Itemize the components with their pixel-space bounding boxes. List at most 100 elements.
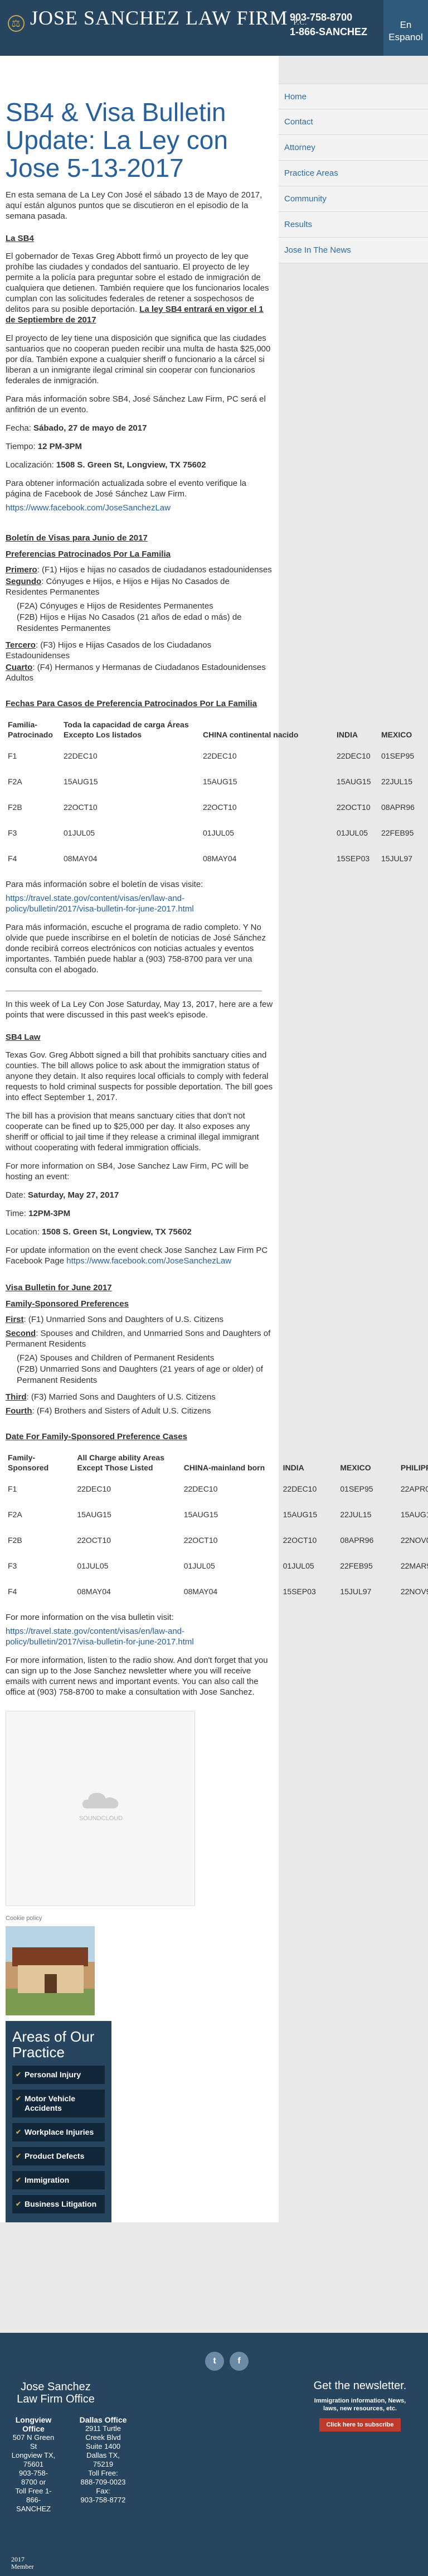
practice-item-business[interactable]: Business Litigation [12,2195,105,2213]
table-cell: 01JUL05 [77,1561,109,1570]
table-cell: 08MAY04 [203,854,237,863]
office-name: Dallas Office [79,2415,127,2424]
longview-office: Longview Office 507 N Green St Longview … [11,2415,56,2514]
subscribe-button[interactable]: Click here to subscribe [319,2418,401,2432]
table-cell: 15AUG15 [283,1510,318,1519]
pref-third-es: Tercero: (F3) Hijos e Hijas Casados de l… [6,640,273,661]
dallas-office: Dallas Office 2911 Turtle Creek Blvd Sui… [78,2415,128,2505]
table-cell: 15AUG15 [64,777,98,786]
bulletin-link-en[interactable]: https://travel.state.gov/content/visas/e… [6,1627,194,1647]
phone-tollfree[interactable]: 1-866-SANCHEZ [290,25,367,39]
table-cell: 22DEC10 [183,1484,218,1493]
office-line: 75219 [93,2460,114,2468]
practice-item-personal-injury[interactable]: Personal Injury [12,2066,105,2084]
pref-fourth-text-en: : (F4) Brothers and Sisters of Adult U.S… [32,1406,211,1416]
nav-item-practice-areas[interactable]: Practice Areas [279,161,428,186]
member-badge: 2017 Member [11,2556,45,2576]
table-cell: 22OCT10 [183,1536,218,1545]
facebook-link-es[interactable]: https://www.facebook.com/JoseSanchezLaw [6,503,171,513]
visa-table-es: Familia-Patrocinado Toda la capacidad de… [6,716,428,871]
pref-third-en: Third: (F3) Married Sons and Daughters o… [6,1392,273,1402]
language-toggle[interactable]: En Espanol [383,0,428,56]
table-cell: 01JUL05 [64,828,95,837]
visa-table-en: Family-Sponsored All Charge ability Area… [6,1449,428,1604]
table-header-cell: Family-Sponsored [8,1453,49,1472]
nav-item-community[interactable]: Community [279,186,428,212]
table-head-es: Fechas Para Casos de Preferencia Patroci… [6,699,257,708]
pref-second-es: Segundo: Cónyuges e Hijos, e Hijos e Hij… [6,576,273,597]
office-phone[interactable]: 888-709-0023 [78,2478,128,2487]
event-time-label-es: Tiempo: [6,442,38,451]
footer-firm-name: Jose Sanchez Law Firm Office [17,2381,95,2405]
pref-f2b-en: (F2B) Unmarried Sons and Daughters (21 y… [17,1364,263,1385]
nav-item-results[interactable]: Results [279,212,428,238]
facebook-icon[interactable]: f [230,2352,249,2371]
pref-first-text-es: : (F1) Hijos e hijas no casados de ciuda… [37,565,272,575]
table-cell: 22DEC10 [283,1484,317,1493]
table-header-cell: Familia-Patrocinado [8,720,53,739]
table-row: F2B 22OCT10 22OCT10 22OCT10 08APR96 [6,794,428,820]
site-footer: tf Jose Sanchez Law Firm Office Longview… [0,2333,428,2576]
table-cell: F2B [8,803,22,812]
table-cell: 22DEC10 [64,751,98,760]
bulletin-link-es[interactable]: https://travel.state.gov/content/visas/e… [6,894,194,914]
table-cell: F3 [8,1561,17,1570]
office-line: Longview TX, 75601 [11,2451,56,2468]
table-cell: 22MAR95 [400,1561,428,1570]
table-cell: 15AUG15 [400,1510,428,1519]
office-line: 2911 Turtle [85,2424,121,2433]
pref-fourth-es: Cuarto: (F4) Hermanos y Hermanas de Ciud… [6,662,273,683]
table-cell: 01SEP95 [340,1484,373,1493]
office-photo [6,1926,95,2015]
table-cell: 01JUL05 [337,828,368,837]
pref-third-text-en: : (F3) Married Sons and Daughters of U.S… [26,1392,216,1402]
lang-line2: Espanol [388,32,423,42]
header-phones: 903-758-8700 1-866-SANCHEZ [290,10,367,39]
facebook-link-en[interactable]: https://www.facebook.com/JoseSanchezLaw [66,1256,231,1266]
practice-item-product-defects[interactable]: Product Defects [12,2147,105,2165]
office-phone[interactable]: 903-758-8700 or [11,2469,56,2487]
table-header-cell: MEXICO [381,730,412,739]
table-cell: 15SEP03 [337,854,370,863]
pref-sublist-es: (F2A) Cónyuges e Hijos de Residentes Per… [17,601,273,634]
nav-item-attorney[interactable]: Attorney [279,135,428,161]
bulletin-p-en: For more information on the visa bulleti… [6,1613,174,1622]
practice-item-motor-vehicle[interactable]: Motor Vehicle Accidents [12,2090,105,2117]
office-line: Creek Blvd [85,2433,121,2442]
event-date-en: Date: Saturday, May 27, 2017 [6,1190,273,1200]
nav-item-home[interactable]: Home [279,84,428,109]
logo-text: JOSE SANCHEZ LAW FIRM [30,7,288,29]
event-time-en: Time: 12PM-3PM [6,1208,273,1219]
facebook-p-en: For update information on the event chec… [6,1245,273,1266]
badge-word: Member [11,2563,34,2570]
table-cell: 15AUG15 [203,777,237,786]
social-links: tf [205,2352,254,2371]
event-time-es: Tiempo: 12 PM-3PM [6,441,273,452]
table-row: F1 22DEC10 22DEC10 22DEC10 01SEP95 22APR06 [6,1476,428,1502]
table-cell: 22FEB95 [340,1561,373,1570]
table-row: F2B 22OCT10 22OCT10 22OCT10 08APR96 22NOV06 [6,1527,428,1553]
site-logo[interactable]: ⚖ JOSE SANCHEZ LAW FIRM P.C. [8,8,307,32]
nav-item-contact[interactable]: Contact [279,109,428,135]
intro-es: En esta semana de La Ley Con José el sáb… [6,190,262,221]
table-cell: F4 [8,854,17,863]
twitter-icon[interactable]: t [205,2352,224,2371]
table-cell: 22APR06 [400,1484,428,1493]
radio-p-en: For more information, listen to the radi… [6,1656,268,1697]
pref-f2a-es: (F2A) Cónyuges e Hijos de Residentes Per… [17,601,213,611]
office-line: SANCHEZ [16,2505,51,2513]
sb4-p1-en: Texas Gov. Greg Abbott signed a bill tha… [6,1050,273,1102]
practice-item-workplace[interactable]: Workplace Injuries [12,2123,105,2141]
pref-third-label-es: Tercero [6,640,36,650]
pref-second-text-en: : Spouses and Children, and Unmarried So… [6,1329,271,1349]
table-head-en: Date For Family-Sponsored Preference Cas… [6,1432,187,1441]
event-location-label-es: Localización: [6,460,56,470]
phone-number[interactable]: 903-758-8700 [290,10,367,25]
table-cell: 08MAY04 [64,854,98,863]
table-header-row: Familia-Patrocinado Toda la capacidad de… [6,716,428,743]
soundcloud-embed[interactable]: SOUNDCLOUD [6,1711,195,1906]
event-time-value-en: 12PM-3PM [28,1209,71,1218]
nav-item-news[interactable]: Jose In The News [279,238,428,263]
cookie-policy-link[interactable]: Cookie policy [6,1915,273,1922]
practice-item-immigration[interactable]: Immigration [12,2171,105,2189]
